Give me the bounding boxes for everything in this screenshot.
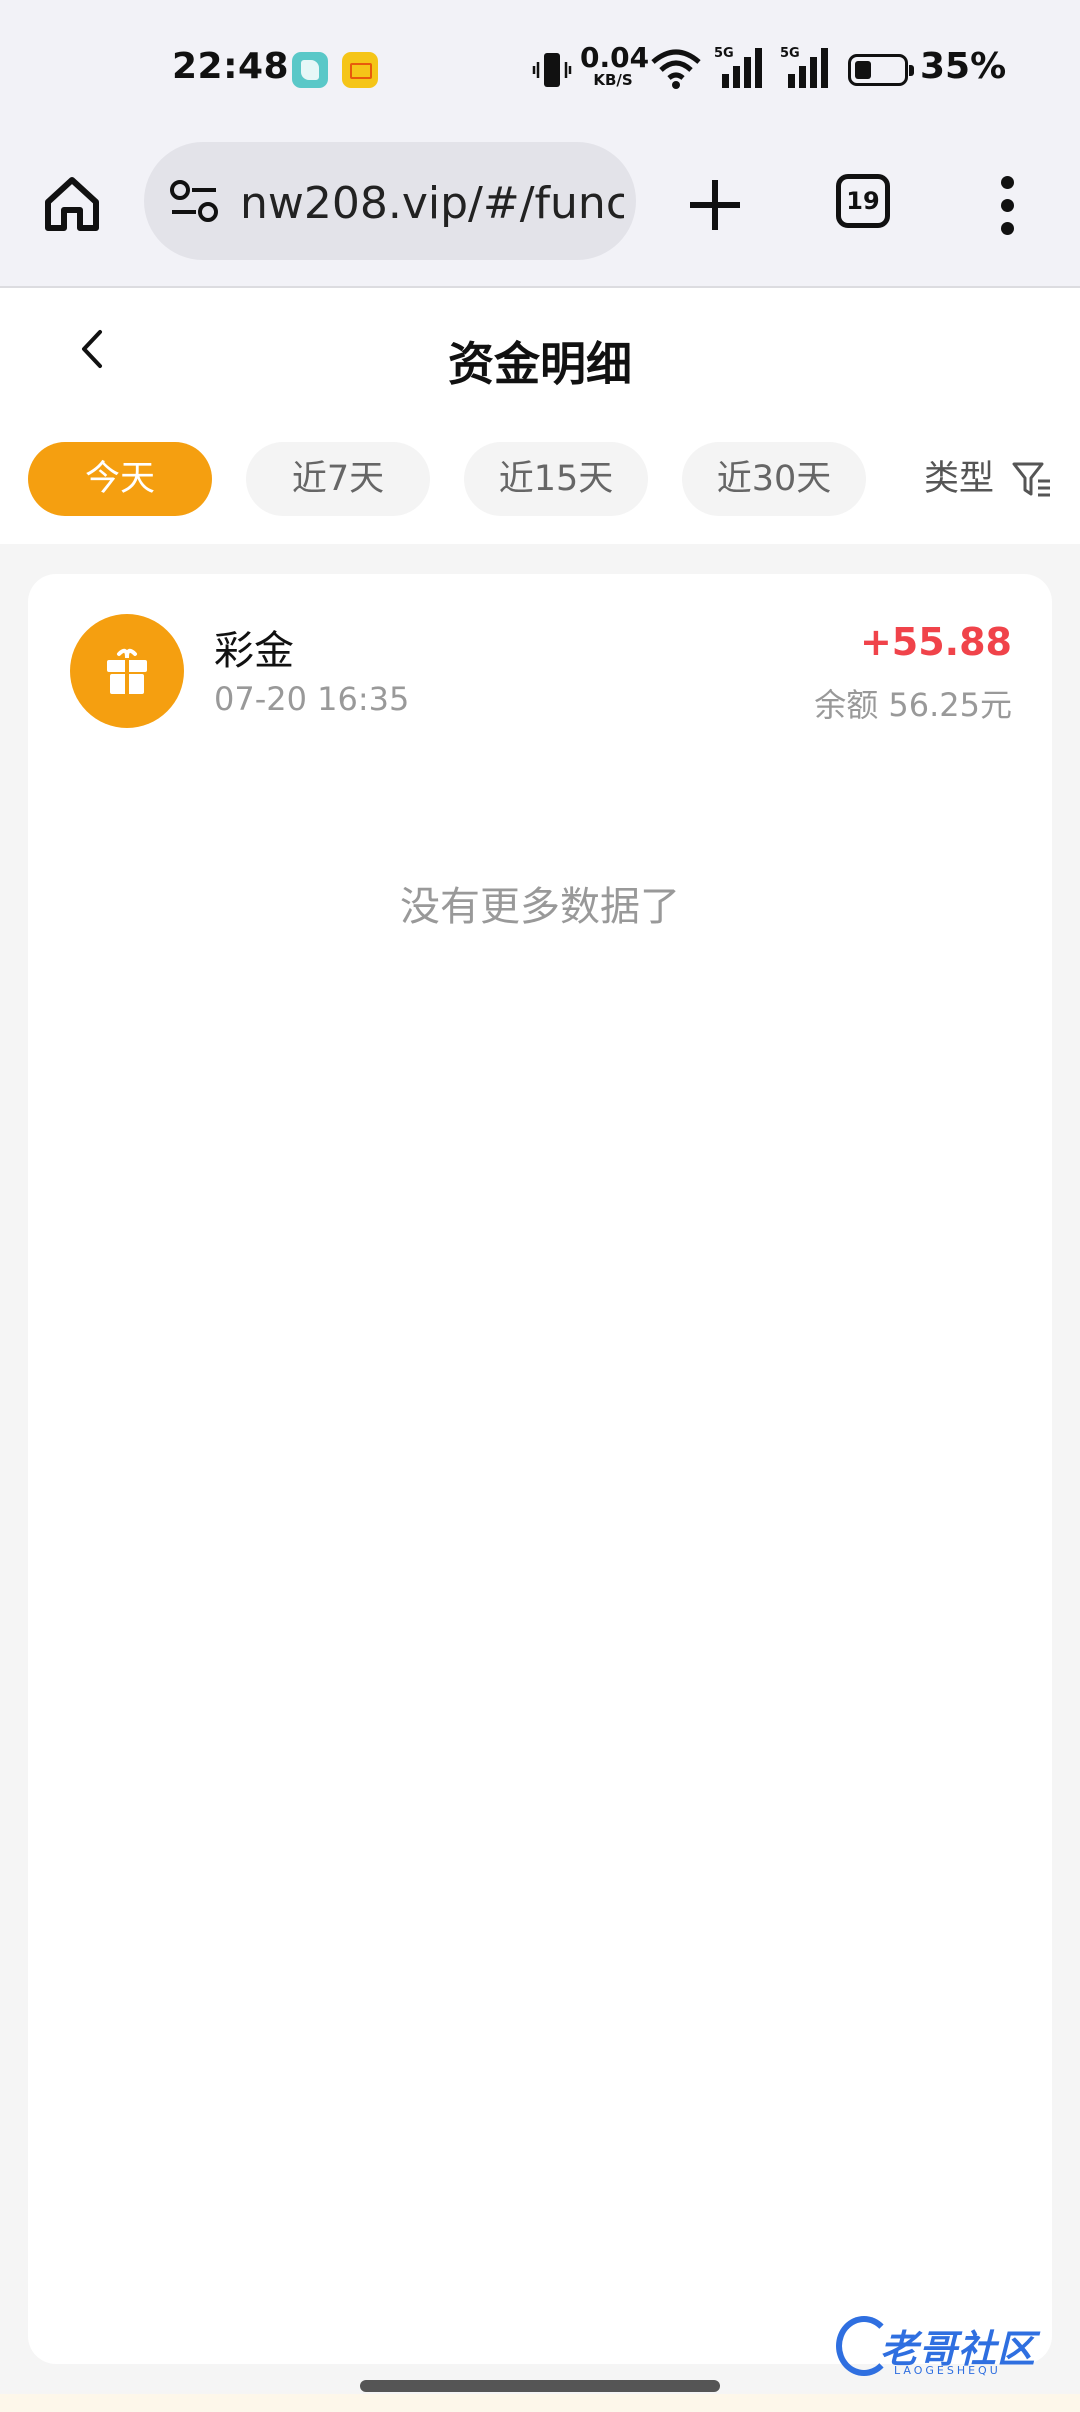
tab-switcher-button[interactable]: 19	[836, 174, 890, 228]
browser-toolbar: nw208.vip/#/func 19	[0, 130, 1080, 288]
page-title: 资金明细	[448, 337, 632, 391]
network-speed: 0.04 KB/S	[580, 41, 650, 89]
cell-signal-icon: 5G	[780, 46, 828, 88]
cell-signal-icon: 5G	[714, 46, 762, 88]
address-bar[interactable]: nw208.vip/#/func	[144, 142, 636, 260]
filter-chip-today[interactable]: 今天	[28, 442, 212, 516]
vibrate-icon	[532, 53, 572, 87]
battery-icon	[848, 54, 914, 86]
filter-funnel-icon	[1012, 462, 1050, 497]
signal-1-label: 5G	[714, 46, 734, 61]
url-text[interactable]: nw208.vip/#/func	[240, 178, 624, 229]
no-more-data-text: 没有更多数据了	[400, 884, 680, 930]
status-time: 22:48	[172, 46, 290, 87]
filter-chip-7days[interactable]: 近7天	[246, 442, 430, 516]
mail-notification-icon	[342, 52, 378, 88]
site-settings-icon[interactable]	[168, 178, 220, 224]
record-amount: +55.88	[859, 620, 1012, 664]
watermark-logo: 老哥社区 LAOGESHEQU	[836, 2312, 1062, 2388]
record-time: 07-20 16:35	[214, 680, 410, 718]
type-filter-button[interactable]: 类型	[924, 442, 1050, 516]
network-speed-value: 0.04	[580, 41, 650, 74]
filter-chip-15days[interactable]: 近15天	[464, 442, 648, 516]
home-icon[interactable]	[40, 172, 104, 236]
battery-percent: 35%	[920, 46, 1007, 87]
filter-chip-30days[interactable]: 近30天	[682, 442, 866, 516]
record-balance: 余额 56.25元	[814, 686, 1012, 724]
network-speed-unit: KB/S	[593, 71, 633, 89]
signal-2-label: 5G	[780, 46, 800, 61]
bottom-strip	[0, 2394, 1080, 2412]
type-filter-label: 类型	[924, 459, 995, 499]
watermark-subtext: LAOGESHEQU	[894, 2364, 1001, 2377]
home-indicator[interactable]	[360, 2380, 720, 2392]
app-notification-icon	[292, 52, 328, 88]
status-bar: 22:48 0.04 KB/S 5G 5G 35%	[0, 0, 1080, 130]
page-header: 资金明细 今天 近7天 近15天 近30天 类型	[0, 288, 1080, 544]
list-item[interactable]: 彩金 07-20 16:35 +55.88 余额 56.25元	[28, 574, 1052, 764]
wifi-icon	[651, 49, 701, 89]
battery-fill	[855, 61, 871, 79]
record-type: 彩金	[214, 628, 294, 674]
gift-icon	[70, 614, 184, 728]
more-menu-icon[interactable]	[988, 170, 1028, 240]
fund-records-card: 彩金 07-20 16:35 +55.88 余额 56.25元 没有更多数据了	[28, 574, 1052, 2364]
date-filter-row: 今天 近7天 近15天 近30天 类型	[0, 442, 1080, 516]
new-tab-icon[interactable]	[680, 170, 750, 240]
